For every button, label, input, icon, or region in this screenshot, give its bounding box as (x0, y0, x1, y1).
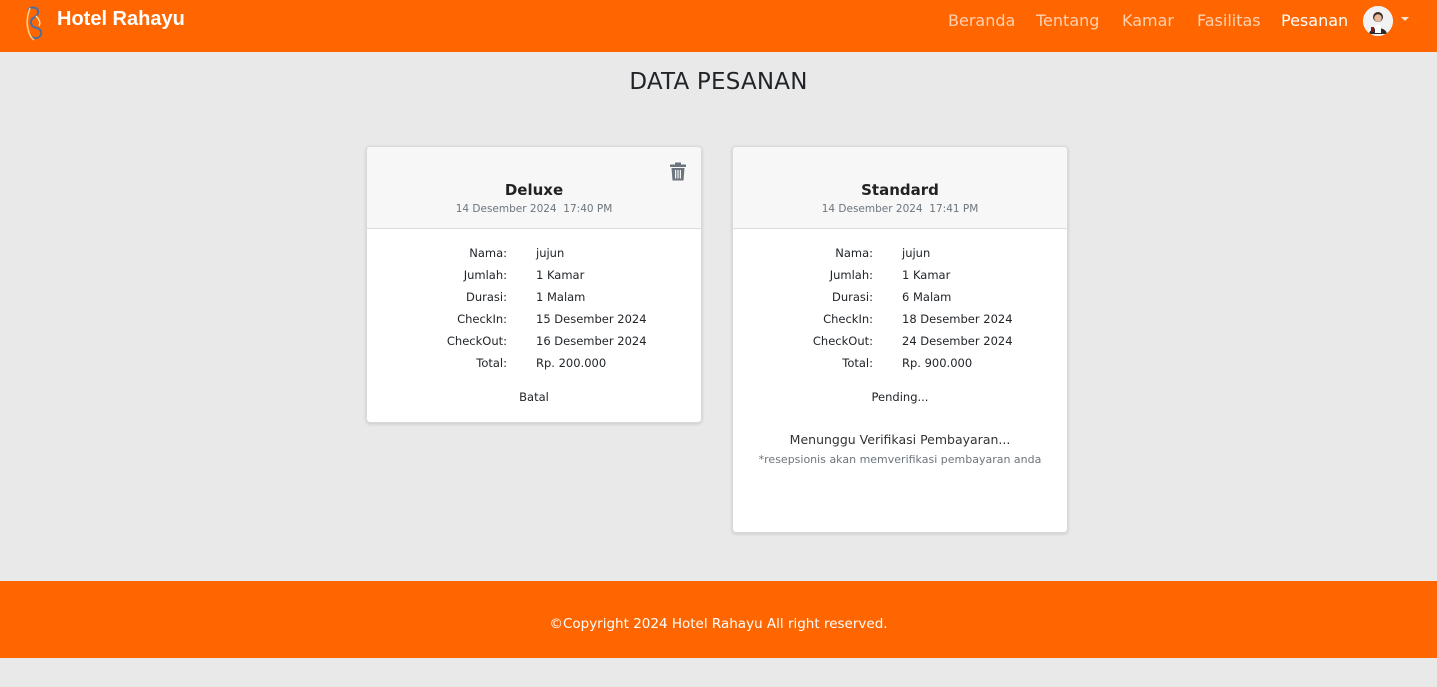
order-date: 14 Desember 2024 (455, 203, 557, 215)
info-value: Rp. 900.000 (902, 356, 973, 370)
info-value: 6 Malam (902, 290, 952, 304)
info-label: Nama: (469, 246, 507, 260)
nav-link-beranda[interactable]: Beranda (948, 11, 1015, 30)
order-status: Batal (519, 390, 549, 404)
copyright-text: ©Copyright 2024 Hotel Rahayu All right r… (549, 616, 888, 632)
brand[interactable]: Hotel Rahayu (22, 4, 185, 42)
order-card-deluxe: Deluxe 14 Desember 2024 17:40 PM Nama: j… (366, 146, 702, 423)
info-row-checkin: CheckIn: 18 Desember 2024 (733, 312, 1067, 332)
info-row-checkin: CheckIn: 15 Desember 2024 (367, 312, 701, 332)
hotel-logo-icon (26, 6, 43, 41)
trash-icon[interactable] (669, 162, 687, 181)
user-avatar-icon (1363, 6, 1393, 36)
order-status: Pending... (871, 390, 929, 404)
info-value: jujun (902, 246, 931, 260)
info-label: CheckOut: (812, 334, 873, 348)
info-row-checkout: CheckOut: 24 Desember 2024 (733, 334, 1067, 354)
info-row-durasi: Durasi: 1 Malam (367, 290, 701, 310)
info-value: 1 Kamar (902, 268, 951, 282)
info-row-durasi: Durasi: 6 Malam (733, 290, 1067, 310)
info-row-jumlah: Jumlah: 1 Kamar (733, 268, 1067, 288)
room-type: Standard (861, 181, 939, 199)
info-row-nama: Nama: jujun (367, 246, 701, 266)
navbar: Hotel Rahayu Beranda Tentang Kamar Fasil… (0, 0, 1437, 52)
order-date: 14 Desember 2024 (821, 203, 923, 215)
info-label: Jumlah: (463, 268, 507, 282)
info-label: Jumlah: (829, 268, 873, 282)
footer: ©Copyright 2024 Hotel Rahayu All right r… (0, 581, 1437, 658)
info-value: 1 Kamar (536, 268, 585, 282)
nav-link-kamar[interactable]: Kamar (1122, 11, 1174, 30)
verification-message: Menunggu Verifikasi Pembayaran... (789, 432, 1011, 447)
info-label: Total: (842, 356, 873, 370)
order-time: 17:40 PM (563, 203, 613, 215)
info-value: 1 Malam (536, 290, 586, 304)
card-header: Standard 14 Desember 2024 17:41 PM (733, 147, 1067, 229)
info-value: 16 Desember 2024 (536, 334, 647, 348)
info-row-total: Total: Rp. 900.000 (733, 356, 1067, 376)
info-value: jujun (536, 246, 565, 260)
order-time: 17:41 PM (929, 203, 979, 215)
info-value: Rp. 200.000 (536, 356, 607, 370)
info-label: Total: (476, 356, 507, 370)
order-datetime: 14 Desember 2024 17:41 PM (733, 203, 1067, 215)
nav-link-fasilitas[interactable]: Fasilitas (1197, 11, 1261, 30)
nav-link-pesanan[interactable]: Pesanan (1281, 11, 1348, 30)
info-label: CheckOut: (446, 334, 507, 348)
info-value: 15 Desember 2024 (536, 312, 647, 326)
info-label: Durasi: (466, 290, 507, 304)
room-type: Deluxe (504, 181, 564, 199)
order-datetime: 14 Desember 2024 17:40 PM (367, 203, 701, 215)
info-label: CheckIn: (823, 312, 873, 326)
nav-link-tentang[interactable]: Tentang (1036, 11, 1099, 30)
info-label: CheckIn: (457, 312, 507, 326)
info-value: 18 Desember 2024 (902, 312, 1013, 326)
info-label: Durasi: (832, 290, 873, 304)
order-card-standard: Standard 14 Desember 2024 17:41 PM Nama:… (732, 146, 1068, 533)
info-value: 24 Desember 2024 (902, 334, 1013, 348)
user-avatar[interactable] (1363, 6, 1393, 36)
verification-note: *resepsionis akan memverifikasi pembayar… (758, 453, 1042, 466)
caret-down-icon[interactable] (1401, 17, 1409, 21)
page-title: DATA PESANAN (629, 69, 808, 95)
info-row-nama: Nama: jujun (733, 246, 1067, 266)
info-row-total: Total: Rp. 200.000 (367, 356, 701, 376)
card-header: Deluxe 14 Desember 2024 17:40 PM (367, 147, 701, 229)
info-label: Nama: (835, 246, 873, 260)
brand-name[interactable]: Hotel Rahayu (57, 8, 185, 31)
info-row-checkout: CheckOut: 16 Desember 2024 (367, 334, 701, 354)
info-row-jumlah: Jumlah: 1 Kamar (367, 268, 701, 288)
